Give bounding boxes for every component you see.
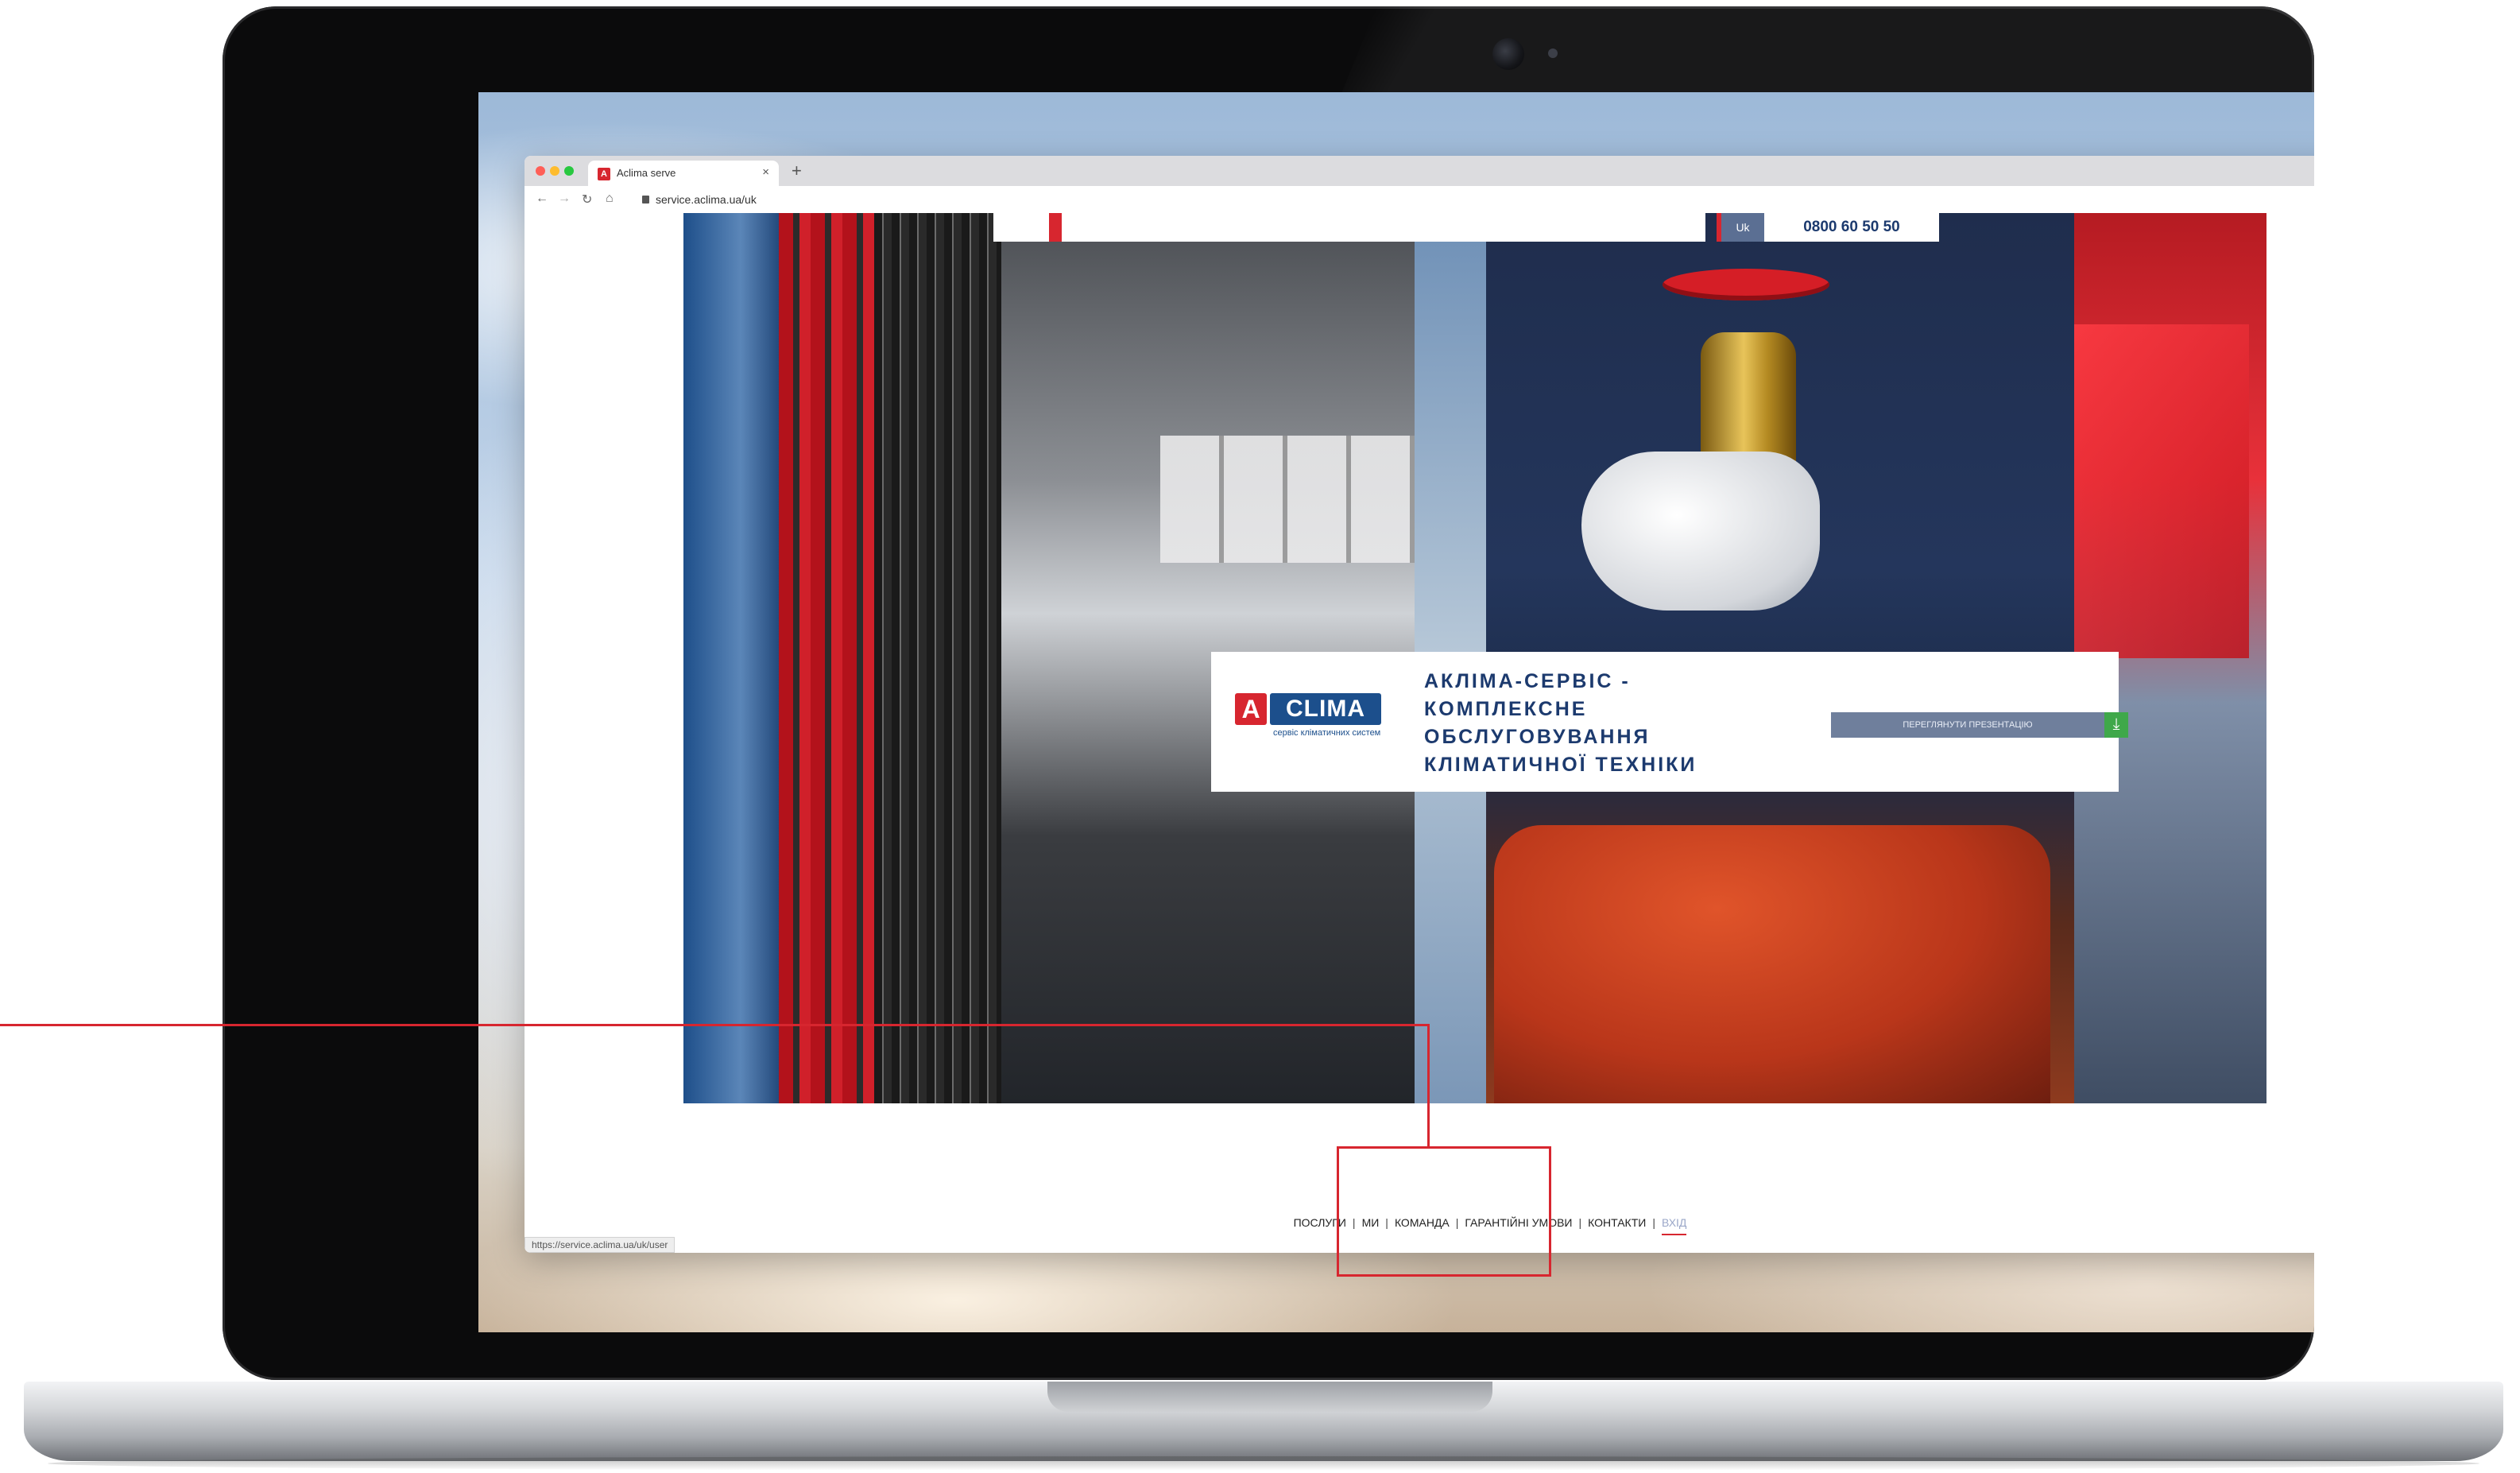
download-icon[interactable]: ⤓ [2104, 712, 2128, 738]
circuit-breakers-image [1160, 436, 1415, 563]
laptop-shadow [48, 1456, 2479, 1471]
callout-line [0, 1024, 1429, 1026]
reload-icon[interactable]: ↻ [582, 192, 592, 207]
header-strip-left [993, 213, 1049, 242]
lid-glare [1341, 6, 2314, 94]
hero-heading-line: КЛІМАТИЧНОЇ ТЕХНІКИ [1424, 754, 1697, 776]
phone-number[interactable]: 0800 60 50 50 [1764, 213, 1939, 242]
header-accent [1049, 213, 1062, 242]
hero-heading-line: АКЛІМА-СЕРВІС - [1424, 670, 1631, 692]
camera-icon [1492, 38, 1524, 70]
hero-collage: Uk 0800 60 50 50 A CLIMA сервіс кліматич… [683, 213, 2266, 1103]
camera-sensor-icon [1548, 48, 1558, 58]
hero-heading: АКЛІМА-СЕРВІС - КОМПЛЕКСНЕ ОБСЛУГОВУВАНН… [1424, 668, 1758, 779]
collage-panel-red-cables [779, 213, 874, 1103]
callout-highlight-box [1337, 1146, 1551, 1277]
back-icon[interactable]: ← [536, 192, 548, 206]
hero-heading-line: ОБСЛУГОВУВАННЯ [1424, 726, 1651, 748]
logo-wordmark: CLIMA [1270, 693, 1381, 725]
status-bar-url: https://service.aclima.ua/uk/user [525, 1237, 675, 1253]
collage-panel-sky [683, 213, 779, 1103]
hero-card: A CLIMA сервіс кліматичних систем АКЛІМА… [1211, 652, 2128, 792]
nav-separator: | [1652, 1216, 1655, 1229]
collage-panel-black-cables [874, 213, 1001, 1103]
url-field[interactable]: service.aclima.ua/uk [642, 190, 757, 209]
favicon-icon: A [598, 168, 610, 180]
valve-handle-image [1663, 269, 1829, 300]
nav-item-login[interactable]: ВХІД [1657, 1216, 1691, 1235]
nav-item-contacts[interactable]: КОНТАКТИ [1583, 1216, 1651, 1229]
hero-heading-line: КОМПЛЕКСНЕ [1424, 698, 1588, 720]
logo-mark: A [1235, 693, 1267, 725]
header-strip [1062, 213, 1705, 242]
close-window-button[interactable] [536, 166, 545, 176]
callout-connector [1427, 1024, 1430, 1148]
tab-bar: A Aclima serve × + [525, 156, 2314, 186]
address-bar: ← → ↻ ⌂ service.aclima.ua/uk ⌕ ☆ [525, 186, 2314, 214]
tab-title: Aclima serve [617, 167, 676, 179]
maximize-window-button[interactable] [564, 166, 574, 176]
minimize-window-button[interactable] [550, 166, 559, 176]
glove-image [1581, 452, 1820, 611]
nav-separator: | [1578, 1216, 1582, 1229]
lock-icon [642, 196, 649, 204]
tab-close-icon[interactable]: × [762, 165, 769, 179]
laptop-lid: A Aclima serve × + ← → ↻ ⌂ service.aclim… [223, 6, 2314, 1380]
home-icon[interactable]: ⌂ [606, 192, 614, 206]
forward-icon[interactable]: → [558, 192, 571, 206]
view-presentation-label: ПЕРЕГЛЯНУТИ ПРЕЗЕНТАЦІЮ [1903, 720, 2033, 730]
browser-window: A Aclima serve × + ← → ↻ ⌂ service.aclim… [525, 156, 2314, 1253]
view-presentation-button[interactable]: ПЕРЕГЛЯНУТИ ПРЕЗЕНТАЦІЮ ⤓ [1831, 712, 2128, 738]
logo-subtitle: сервіс кліматичних систем [1273, 728, 1381, 738]
laptop-base-notch [1047, 1382, 1492, 1412]
url-text: service.aclima.ua/uk [656, 193, 757, 206]
page-viewport: Uk 0800 60 50 50 A CLIMA сервіс кліматич… [525, 213, 2314, 1253]
browser-tab[interactable]: A Aclima serve × [588, 161, 779, 186]
language-switch[interactable]: Uk [1721, 213, 1764, 242]
new-tab-button[interactable]: + [792, 161, 802, 181]
red-box-image [2074, 324, 2249, 658]
tool-belt-image [1494, 825, 2050, 1103]
